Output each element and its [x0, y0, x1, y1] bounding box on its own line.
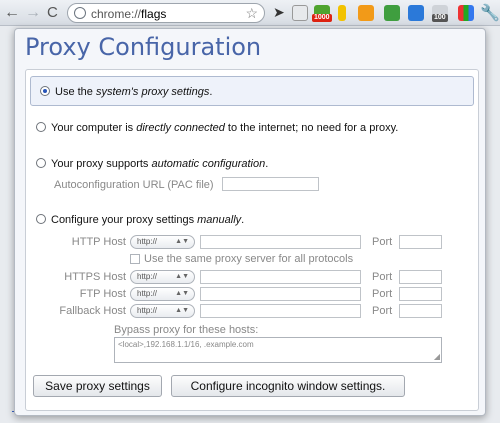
- wrench-menu-icon[interactable]: 🔧: [480, 3, 500, 23]
- address-bar[interactable]: chrome://flags ☆: [67, 3, 265, 23]
- browser-toolbar: ← → C chrome://flags ☆ ➤ 1000 100 🔧: [0, 0, 500, 26]
- fallback-port-label: Port: [372, 305, 393, 317]
- option-direct-connection[interactable]: Your computer is directly connected to t…: [36, 122, 398, 134]
- save-proxy-settings-button[interactable]: Save proxy settings: [33, 375, 162, 397]
- radio-icon[interactable]: [36, 122, 46, 132]
- resize-grip-icon[interactable]: ◢: [434, 353, 440, 361]
- http-host-label: HTTP Host: [71, 236, 126, 248]
- option-auto-config[interactable]: Your proxy supports automatic configurat…: [36, 158, 268, 170]
- fallback-scheme-select[interactable]: http://▲▼: [130, 304, 195, 318]
- radio-icon[interactable]: [36, 214, 46, 224]
- back-button[interactable]: ←: [4, 4, 20, 22]
- https-host-label: HTTPS Host: [64, 271, 126, 283]
- http-host-input[interactable]: [200, 235, 361, 249]
- forward-button[interactable]: →: [25, 4, 41, 22]
- bookmark-star-icon[interactable]: ☆: [245, 5, 258, 22]
- extension-count-badge-2: 100: [432, 14, 448, 22]
- https-host-input[interactable]: [200, 270, 361, 284]
- ftp-host-input[interactable]: [200, 287, 361, 301]
- url-text: chrome://flags: [91, 7, 167, 21]
- fallback-port-input[interactable]: [399, 304, 442, 318]
- extension-screen-icon[interactable]: [384, 5, 400, 21]
- radio-selected-icon[interactable]: [40, 86, 50, 96]
- same-proxy-checkbox[interactable]: [130, 254, 140, 264]
- extension-mail-icon[interactable]: [292, 5, 308, 21]
- http-scheme-select[interactable]: http://▲▼: [130, 235, 195, 249]
- ftp-host-label: FTP Host: [79, 288, 126, 300]
- extension-arrow-icon[interactable]: ➤: [273, 4, 289, 20]
- bypass-label: Bypass proxy for these hosts:: [114, 324, 259, 336]
- fallback-host-input[interactable]: [200, 304, 361, 318]
- https-port-label: Port: [372, 271, 393, 283]
- https-scheme-select[interactable]: http://▲▼: [130, 270, 195, 284]
- http-port-label: Port: [372, 236, 393, 248]
- extension-calendar-icon[interactable]: [408, 5, 424, 21]
- same-proxy-label: Use the same proxy server for all protoc…: [144, 253, 354, 265]
- option-system-proxy[interactable]: Use the system's proxy settings.: [40, 86, 212, 98]
- chevron-updown-icon: ▲▼: [175, 307, 189, 314]
- page-icon: [74, 7, 86, 19]
- bypass-hosts-textarea[interactable]: <local>,192.168.1.1/16, .example.com ◢: [114, 337, 442, 363]
- autoconfig-url-label: Autoconfiguration URL (PAC file): [54, 179, 214, 191]
- dialog-title: Proxy Configuration: [25, 33, 262, 61]
- configure-incognito-button[interactable]: Configure incognito window settings.: [171, 375, 405, 397]
- http-port-input[interactable]: [399, 235, 442, 249]
- option-manual-config[interactable]: Configure your proxy settings manually.: [36, 214, 244, 226]
- autoconfig-url-input[interactable]: [222, 177, 319, 191]
- proxy-configuration-dialog: Proxy Configuration Use the system's pro…: [14, 28, 486, 416]
- ftp-port-input[interactable]: [399, 287, 442, 301]
- fallback-host-label: Fallback Host: [59, 305, 126, 317]
- extension-proxy-icon[interactable]: [458, 5, 474, 21]
- extension-marker-icon[interactable]: [338, 5, 346, 21]
- ftp-scheme-select[interactable]: http://▲▼: [130, 287, 195, 301]
- chevron-updown-icon: ▲▼: [175, 238, 189, 245]
- reload-button[interactable]: C: [47, 4, 58, 22]
- extension-bars-icon[interactable]: [358, 5, 374, 21]
- radio-icon[interactable]: [36, 158, 46, 168]
- chevron-updown-icon: ▲▼: [175, 273, 189, 280]
- extension-count-badge: 1000: [312, 14, 332, 22]
- ftp-port-label: Port: [372, 288, 393, 300]
- chevron-updown-icon: ▲▼: [175, 290, 189, 297]
- options-panel: Use the system's proxy settings. Your co…: [25, 69, 479, 411]
- https-port-input[interactable]: [399, 270, 442, 284]
